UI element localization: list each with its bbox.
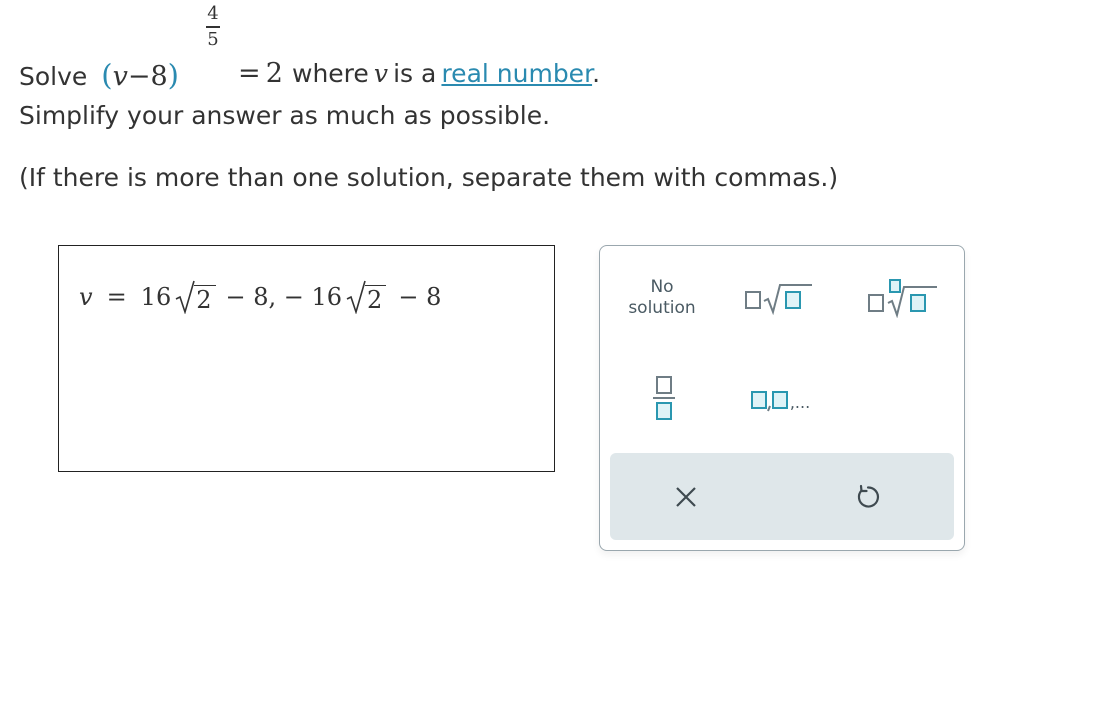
equation-rhs: = 2 where v is a real number. xyxy=(238,58,600,89)
radical-sign-icon xyxy=(346,280,366,314)
undo-button[interactable] xyxy=(844,473,892,521)
nth-root-template-icon xyxy=(868,279,937,318)
square-root-template-button[interactable] xyxy=(740,276,816,320)
list-ellipsis: ,... xyxy=(789,392,811,412)
no-solution-label-2: solution xyxy=(628,298,696,318)
period: . xyxy=(592,59,601,88)
is-a-label: is a xyxy=(393,59,437,88)
real-number-link[interactable]: real number xyxy=(441,59,592,88)
simplify-instruction: Simplify your answer as much as possible… xyxy=(19,101,551,130)
square-root-template-icon xyxy=(745,284,812,315)
radicand-1: 2 xyxy=(194,285,216,314)
variable-v-2: v xyxy=(373,59,389,88)
problem-equation-line: Solve (v−8) xyxy=(19,58,179,98)
equals-sign: = xyxy=(238,58,261,89)
undo-icon xyxy=(857,484,880,508)
solve-label: Solve xyxy=(19,62,88,91)
constant-8: 8 xyxy=(150,61,168,92)
open-paren: ( xyxy=(101,58,113,92)
close-paren: ) xyxy=(167,58,179,92)
clear-button[interactable] xyxy=(662,473,710,521)
answer-input-box[interactable]: v = 16 2 − 8, − 16 2 − 8 xyxy=(58,245,555,472)
exponent-fraction: 4 5 xyxy=(205,4,221,50)
no-solution-button[interactable]: No solution xyxy=(620,274,704,322)
comma-list-template-icon xyxy=(750,391,788,412)
answer-middle: − 8, − 16 xyxy=(225,283,343,311)
nth-root-template-button[interactable] xyxy=(862,274,940,322)
where-label: where xyxy=(292,59,369,88)
problem-statement: Solve (v−8) 4 5 = 2 where v is a real nu… xyxy=(0,0,1096,200)
exponent-fraction-bar xyxy=(206,26,220,28)
radicand-2: 2 xyxy=(365,285,387,314)
answer-expression: v = 16 2 − 8, − 16 2 − 8 xyxy=(79,280,441,314)
rhs-value: 2 xyxy=(265,58,283,89)
sqrt-2: 2 xyxy=(346,280,387,314)
math-toolbox: No solution ,... xyxy=(599,245,965,551)
answer-coefficient-1: 16 xyxy=(140,283,172,311)
exponent-numerator: 4 xyxy=(207,3,219,24)
answer-tail: − 8 xyxy=(398,283,442,311)
variable-v: v xyxy=(112,61,128,92)
fraction-template-button[interactable] xyxy=(644,370,684,426)
comma-list-template-button[interactable]: ,... xyxy=(740,382,820,418)
x-icon xyxy=(676,487,696,507)
fraction-template-icon xyxy=(653,376,675,420)
minus-sign: − xyxy=(127,61,151,92)
sqrt-1: 2 xyxy=(175,280,216,314)
answer-variable: v xyxy=(79,283,93,311)
no-solution-label-1: No xyxy=(650,277,674,297)
toolbox-footer xyxy=(610,453,954,540)
answer-equals: = xyxy=(106,283,127,311)
exponent-denominator: 5 xyxy=(207,28,219,50)
multiple-solutions-note: (If there is more than one solution, sep… xyxy=(19,163,839,192)
radical-sign-icon xyxy=(175,280,195,314)
